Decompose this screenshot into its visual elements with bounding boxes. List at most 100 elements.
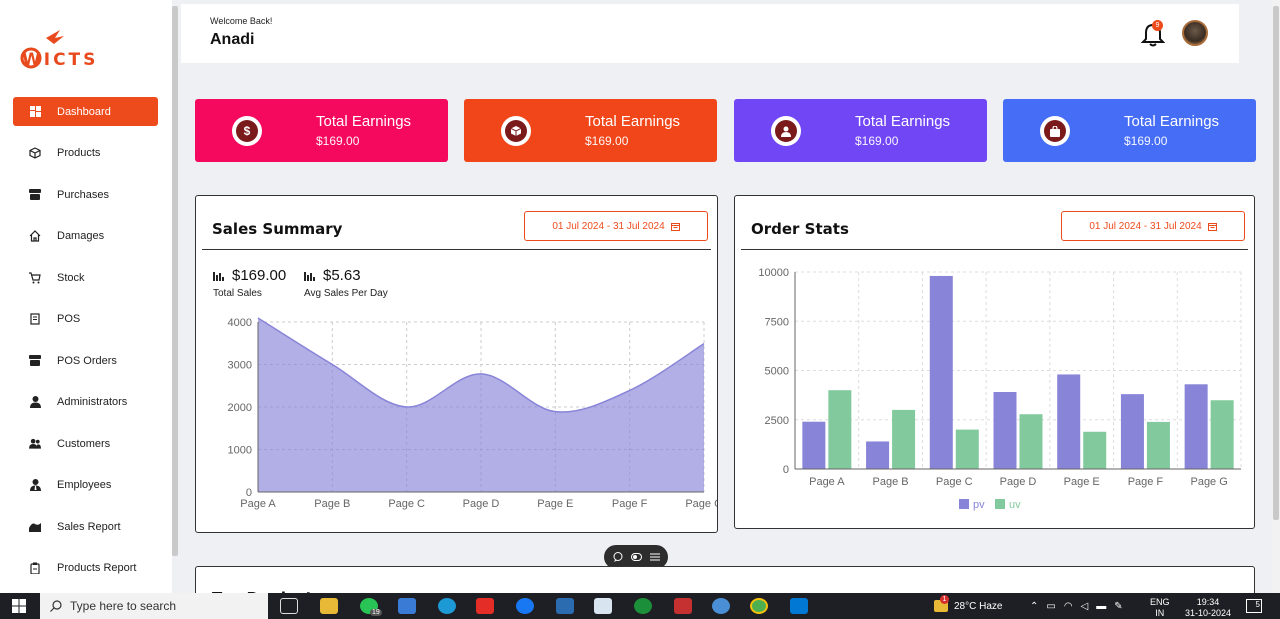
sidebar-item-customers[interactable]: Customers [13,429,158,458]
bar-uv [1210,400,1234,469]
total-sales-label: Total Sales [213,288,262,299]
toggle-icon[interactable] [630,553,642,561]
y-tick-label: 0 [783,464,789,476]
page-scrollbar[interactable] [1272,0,1280,593]
avatar[interactable] [1182,20,1208,46]
weather-text: 28°C Haze [954,600,1003,612]
whatsapp-badge: 19 [370,609,382,616]
chevron-up-icon[interactable]: ⌃ [1030,601,1038,612]
edge-icon[interactable] [438,598,456,614]
clock-date: 31-10-2024 [1184,608,1232,618]
sidebar-item-dashboard[interactable]: Dashboard [13,97,158,126]
chart-icon [29,521,41,533]
search-placeholder: Type here to search [70,599,177,613]
x-tick-label: Page B [873,476,909,488]
windows-start-icon[interactable] [12,599,26,613]
sidebar-item-label: POS Orders [57,354,117,367]
sidebar-item-sales-report[interactable]: Sales Report [13,512,158,541]
card-value: $169.00 [585,134,629,148]
facebook-icon[interactable] [516,598,534,614]
x-tick-label: Page D [1000,476,1037,488]
clock-time: 19:34 [1196,597,1220,607]
sidebar-item-employees[interactable]: Employees [13,471,158,500]
notification-button[interactable]: 9 [1141,20,1167,48]
notification-badge: 9 [1152,20,1163,31]
bar-pv [1184,384,1208,469]
mongodb-icon[interactable] [634,598,652,614]
x-tick-label: Page G [1190,476,1227,488]
sidebar-item-label: Products [57,147,101,159]
card-icon-circle [501,116,531,146]
file-explorer-icon[interactable] [320,598,338,614]
x-tick-label: Page C [388,498,425,510]
bar-pv [1120,394,1144,469]
app-icon[interactable] [712,598,730,614]
vscode-icon[interactable] [790,598,808,614]
card-icon-circle [1040,116,1070,146]
sliders-icon[interactable] [649,552,660,562]
sidebar-item-stock[interactable]: Stock [13,263,158,292]
weather-widget[interactable]: 1 28°C Haze [934,593,1002,619]
top-header: Welcome Back! Anadi 9 [181,4,1239,63]
home-icon [29,230,41,242]
sidebar-item-label: Dashboard [57,105,111,118]
store-icon[interactable] [398,598,416,614]
sidebar-nav: Dashboard Products Purchases Damages Sto… [13,97,158,595]
scrollbar-thumb[interactable] [1273,6,1279,520]
volume-icon[interactable]: ◁ [1081,601,1089,612]
bar-uv [1019,414,1043,469]
sidebar-item-pos-orders[interactable]: POS Orders [13,346,158,375]
comment-icon[interactable] [613,552,623,562]
sidebar-item-purchases[interactable]: Purchases [13,180,158,209]
card-value: $169.00 [1124,134,1168,148]
sidebar-item-products[interactable]: Products [13,139,158,168]
total-sales-stat: $169.00 Total Sales [213,267,286,299]
user-tie-icon [29,479,41,491]
sidebar-item-products-report[interactable]: Products Report [13,554,158,583]
card-icon-circle: $ [232,116,262,146]
x-tick-label: Page D [463,498,500,510]
wifi-icon[interactable]: ◠ [1064,601,1073,612]
clock[interactable]: 19:34 31-10-2024 [1183,597,1233,619]
area-fill [258,318,704,492]
earnings-card-1[interactable]: $ Total Earnings $169.00 [195,99,448,162]
users-icon [29,438,41,450]
card-value: $169.00 [316,134,360,148]
bar-pv [866,441,890,469]
card-value: $169.00 [855,134,899,148]
x-tick-label: Page G [685,498,717,510]
earnings-card-4[interactable]: Total Earnings $169.00 [1003,99,1256,162]
sidebar-item-pos[interactable]: POS [13,305,158,334]
y-tick-label: 10000 [758,267,789,279]
bar-uv [955,429,979,469]
pen-icon[interactable]: ✎ [1114,601,1122,612]
date-range-button[interactable]: 01 Jul 2024 - 31 Jul 2024 [524,211,708,241]
sidebar-scrollbar[interactable] [172,6,178,556]
sidebar-item-label: Stock [57,271,85,284]
app-icon[interactable] [594,598,612,614]
grid-icon [29,106,41,118]
battery-icon[interactable]: ▬ [1096,601,1106,612]
cart-icon [29,271,41,284]
earnings-card-3[interactable]: Total Earnings $169.00 [734,99,987,162]
bar-uv [1083,431,1107,469]
meet-icon[interactable]: ▭ [1046,601,1055,612]
chrome-icon[interactable] [750,598,768,614]
bar-pv [929,275,953,469]
language-indicator[interactable]: ENG IN [1150,597,1170,619]
sidebar-item-administrators[interactable]: Administrators [13,388,158,417]
cube-icon [29,147,41,159]
mail-icon[interactable] [556,598,574,614]
pdf-icon[interactable] [674,598,692,614]
date-range-button[interactable]: 01 Jul 2024 - 31 Jul 2024 [1061,211,1245,241]
taskbar-search[interactable]: Type here to search [40,593,268,619]
task-view-icon[interactable] [280,598,298,614]
date-range-label: 01 Jul 2024 - 31 Jul 2024 [1089,220,1202,232]
youtube-icon[interactable] [476,598,494,614]
notification-center[interactable]: 5 [1246,599,1262,613]
sidebar-item-damages[interactable]: Damages [13,222,158,251]
panel-divider [741,249,1248,250]
sidebar-item-label: Employees [57,479,112,491]
earnings-card-2[interactable]: Total Earnings $169.00 [464,99,717,162]
x-tick-label: Page A [809,476,845,488]
